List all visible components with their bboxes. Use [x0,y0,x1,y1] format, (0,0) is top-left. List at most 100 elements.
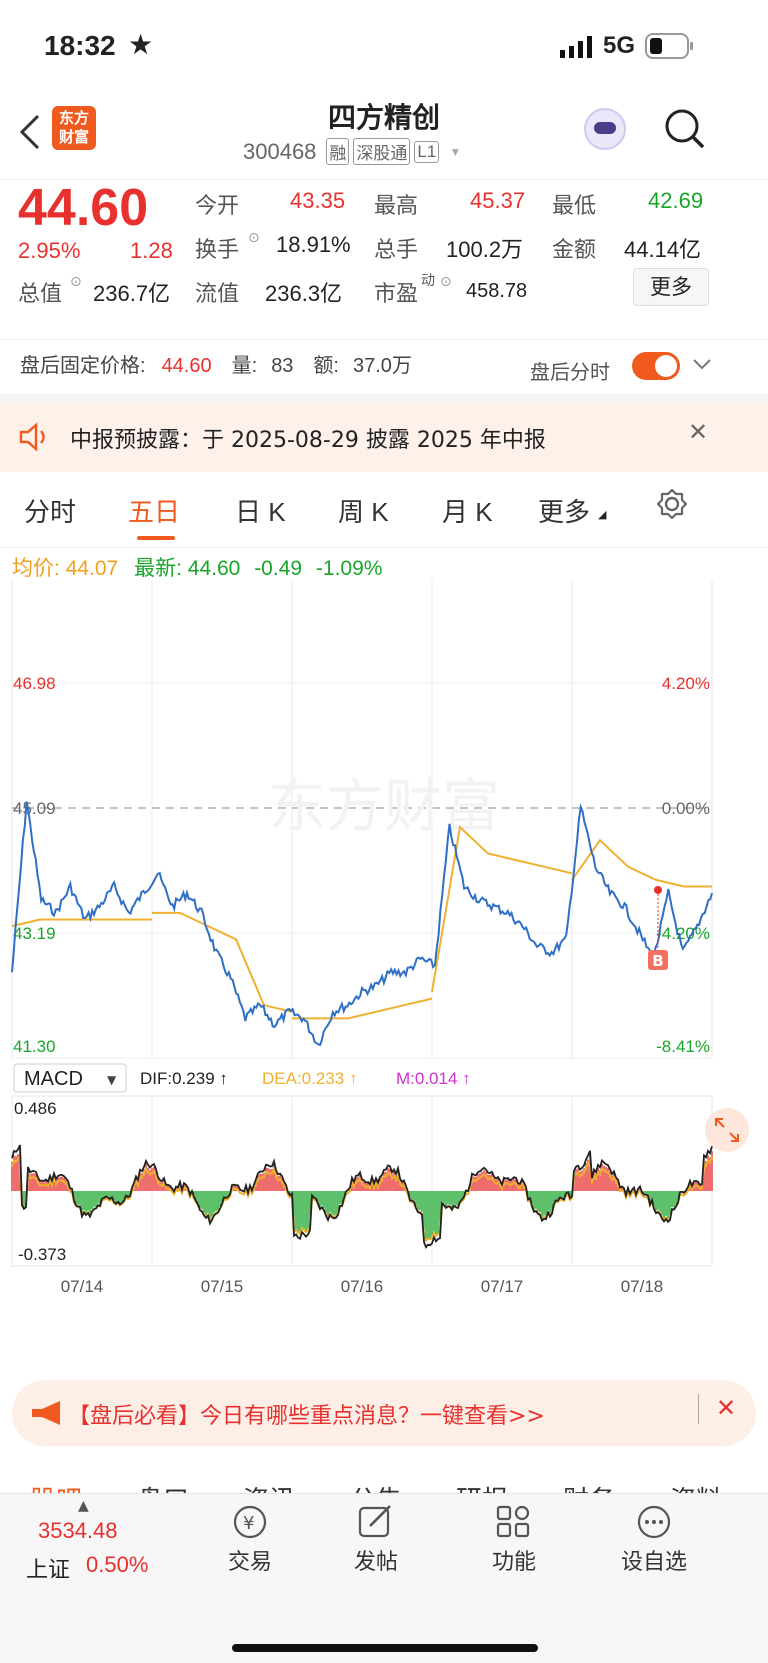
amount-value: 44.14亿 [624,237,702,262]
news-banner[interactable]: 【盘后必看】今日有哪些重点消息？一键查看>> ✕ [12,1380,756,1446]
speaker-icon [19,422,45,452]
chevron-down-icon[interactable] [692,358,712,372]
signal-icon [560,36,592,58]
pe-label: 市盈 [374,281,419,306]
banner-text: 【盘后必看】今日有哪些重点消息？一键查看>> [68,1404,545,1429]
turnover-label: 换手 [195,237,240,262]
macd-dea: DEA:0.233 ↑ [262,1069,357,1088]
battery-icon [645,33,693,59]
info-icon[interactable]: ⊙ [248,230,260,246]
date-axis: 07/14 07/15 07/16 07/17 07/18 [61,1277,664,1296]
avg-label: 均价: [12,557,60,580]
pe-value: 458.78 [466,280,528,302]
macd-label: MACD [24,1068,83,1090]
tab-intraday[interactable]: 分时 [24,492,76,529]
latest-change: -0.49 [254,557,303,580]
dropdown-icon[interactable]: ▼ [449,145,461,159]
turnover-value: 18.91% [276,232,351,257]
fixed-price-value: 44.60 [161,355,212,377]
close-icon[interactable]: ✕ [716,1394,736,1422]
more-dots-icon [637,1505,671,1539]
tab-weekly-k[interactable]: 周 K [338,492,389,529]
network-label: 5G [603,32,636,59]
chart-legend: 均价: 44.07 最新: 44.60 -0.49 -1.09% [12,552,382,582]
trade-icon: ¥ [233,1505,267,1539]
edit-icon [358,1505,391,1538]
expand-button [705,1108,749,1152]
notice-text: 中报预披露：于 2025-08-29 披露 2025 年中报 [70,428,546,453]
float-cap-label: 流值 [195,281,240,306]
macd-m: M:0.014 ↑ [396,1069,471,1088]
nav-trade[interactable]: ¥ 交易 [210,1504,290,1576]
dea-line [11,1152,713,1243]
svg-text:¥: ¥ [243,1513,254,1534]
nav-functions[interactable]: 功能 [474,1504,554,1576]
volume-value: 100.2万 [446,237,524,262]
last-price: 44.60 [18,179,149,237]
earnings-notice[interactable]: 中报预披露：于 2025-08-29 披露 2025 年中报 ✕ [0,402,768,472]
badge-connect: 深股通 [353,138,411,165]
marker-dot [654,886,662,894]
change-pct: 2.95% [18,238,81,263]
macd-chart: 0.486 -0.373 [11,1095,713,1267]
settings-icon[interactable] [656,488,688,520]
caret-icon: ◢ [598,508,607,521]
nav-post[interactable]: 发帖 [336,1504,416,1576]
date-label: 07/16 [341,1277,384,1296]
nav-label: 设自选 [620,1549,687,1574]
dif-line [11,1144,713,1249]
total-cap-value: 236.7亿 [93,281,171,306]
change-value: 1.28 [130,238,173,263]
stock-code: 300468 [243,138,317,164]
badge-margin: 融 [326,138,350,165]
latest-label: 最新: [134,557,182,580]
low-value: 42.69 [648,188,704,213]
open-value: 43.35 [290,188,346,213]
amount-label: 金额 [552,237,597,262]
price-tick: 43.19 [13,924,56,943]
index-value[interactable]: 3534.48 [38,1518,118,1544]
nav-label: 交易 [227,1549,272,1574]
tab-five-day[interactable]: 五日 [128,492,180,529]
badge-level: L1 [414,140,440,163]
status-bar: 18:32 ★ 5G [0,0,768,100]
info-icon[interactable]: ⊙ [440,274,452,290]
close-icon[interactable]: ✕ [688,418,708,446]
pct-tick: 0.00% [662,799,710,818]
price-tick: 46.98 [13,674,56,693]
pct-tick: 4.20% [662,674,710,693]
tab-daily-k[interactable]: 日 K [235,492,286,529]
date-label: 07/18 [621,1277,664,1296]
dropdown-icon: ▼ [107,1073,117,1087]
tab-more[interactable]: 更多 [538,492,590,529]
five-day-chart[interactable]: 东方财富 48.8846.9845.0943.1941.308.41%4.20%… [0,580,768,1370]
macd-min: -0.373 [18,1245,66,1264]
search-icon[interactable] [664,108,706,150]
stock-name: 四方精创 [327,101,440,134]
star-icon: ★ [128,28,154,61]
assistant-avatar[interactable] [584,108,626,150]
tab-monthly-k[interactable]: 月 K [442,492,493,529]
more-button[interactable]: 更多 [633,268,709,306]
nav-add-watchlist[interactable]: 设自选 [606,1504,702,1576]
after-hours-toggle-label: 盘后分时 [530,360,610,384]
info-icon[interactable]: ⊙ [70,274,82,290]
volume-label: 总手 [374,237,419,262]
volume-label: 量: [231,355,258,377]
index-name: 上证 [26,1558,71,1583]
fixed-price-label: 盘后固定价格: [20,355,146,377]
bottom-nav: ▲ 3534.48 上证 0.50% ¥ 交易 发帖 功能 设自选 [0,1493,768,1663]
nav-label: 功能 [491,1549,536,1574]
volume-value: 83 [271,355,294,377]
date-label: 07/17 [481,1277,524,1296]
after-hours-bar: 盘后固定价格: 44.60 量: 83 额: 37.0万 盘后分时 [0,340,768,402]
high-value: 45.37 [470,188,526,213]
price-tick: 41.30 [13,1037,56,1056]
pe-sup: 动 [421,273,435,289]
float-cap-value: 236.3亿 [265,281,343,306]
latest-change-pct: -1.09% [315,557,383,580]
after-hours-toggle[interactable] [632,352,680,380]
quote-panel: 44.60 2.95% 1.28 今开 43.35 最高 45.37 最低 42… [0,179,768,340]
grid-icon [496,1505,530,1538]
marker-label: B [652,952,663,970]
